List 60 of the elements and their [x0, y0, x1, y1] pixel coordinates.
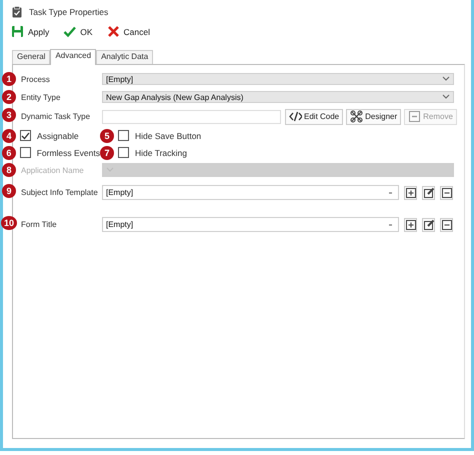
number-badge: 4 [2, 128, 16, 142]
tab[interactable]: General [12, 50, 50, 64]
dash-icon [387, 222, 395, 228]
field-label: Dynamic Task Type [20, 112, 92, 121]
plus-box-icon [404, 218, 416, 230]
close-icon [106, 25, 120, 38]
checkbox-label: Hide Tracking [135, 148, 187, 158]
crossed-tools-icon [350, 110, 364, 123]
number-badge: 3 [2, 108, 16, 122]
minus-box-icon [440, 186, 452, 198]
number-badge: 2 [2, 90, 16, 104]
field-label: Subject Info Template [20, 188, 99, 197]
field-label: Application Name [20, 166, 85, 174]
window-title: Task Type Properties [29, 6, 108, 16]
add-button[interactable] [404, 186, 417, 200]
minus-box-icon [408, 110, 422, 123]
field-label: Form Title [20, 220, 58, 229]
tab[interactable]: Advanced [50, 49, 96, 65]
cancel-button[interactable]: Cancel [104, 25, 152, 38]
dropdown[interactable]: [Empty] [102, 185, 399, 200]
edit-button[interactable] [422, 186, 435, 200]
checkbox[interactable] [20, 147, 31, 158]
chevron-down-icon [442, 94, 450, 100]
text-field[interactable] [102, 110, 281, 124]
pencil-note-icon [422, 218, 434, 230]
code-button[interactable]: Edit Code [285, 108, 344, 124]
number-badge: 6 [2, 146, 16, 160]
checkmark-icon [63, 25, 76, 38]
dash-icon [387, 190, 395, 196]
minus-box-icon [440, 218, 452, 230]
field-label: Entity Type [20, 92, 62, 102]
checkbox[interactable] [118, 147, 129, 158]
dropdown[interactable]: [Empty] [102, 73, 454, 85]
chevron-down-icon [442, 76, 450, 82]
number-badge: 10 [1, 216, 17, 230]
checkbox-label: Assignable [37, 130, 79, 140]
tab[interactable]: Analytic Data [96, 50, 154, 64]
designer-button[interactable]: Designer [346, 108, 402, 124]
ok-button[interactable]: OK [61, 25, 95, 38]
plus-box-icon [404, 186, 416, 198]
checkbox-label: Hide Save Button [135, 130, 202, 140]
checkbox[interactable] [20, 130, 31, 141]
dropdown[interactable]: [Empty] [102, 217, 399, 232]
number-badge: 1 [2, 72, 16, 86]
remove-button[interactable] [440, 218, 453, 232]
checkbox-label: Formless Events [36, 148, 100, 158]
add-button[interactable] [404, 218, 417, 232]
code-icon [289, 110, 302, 123]
apply-button[interactable]: Apply [9, 25, 52, 38]
dropdown[interactable]: New Gap Analysis (New Gap Analysis) [102, 91, 454, 103]
edit-button[interactable] [422, 218, 435, 232]
remove-button[interactable] [440, 186, 453, 200]
number-badge: 8 [2, 163, 16, 177]
clipboard-icon [12, 6, 22, 18]
field-label: Process [20, 74, 51, 84]
pencil-note-icon [422, 186, 434, 198]
checkbox[interactable] [118, 130, 129, 141]
number-badge: 5 [100, 128, 114, 142]
number-badge: 7 [100, 146, 114, 160]
number-badge: 9 [2, 184, 16, 198]
